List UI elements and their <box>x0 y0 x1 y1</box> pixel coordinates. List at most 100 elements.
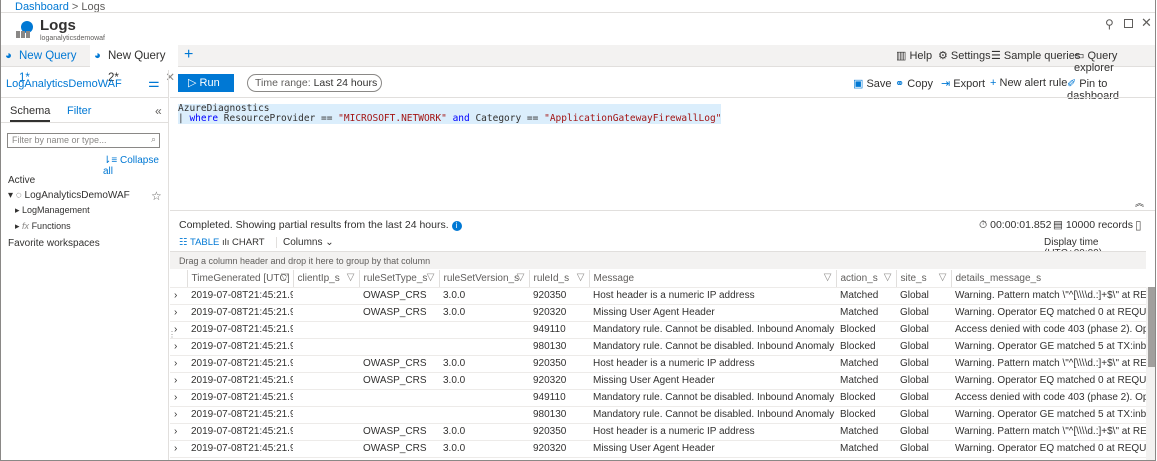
new-alert-rule-button[interactable]: + New alert rule <box>990 77 1067 89</box>
table-cell: Global <box>896 372 951 390</box>
table-row[interactable]: ›2019-07-08T21:45:21.946949110Mandatory … <box>170 321 1146 339</box>
filter-icon[interactable]: ▽ <box>281 272 289 283</box>
filter-icon[interactable]: ▽ <box>427 272 435 283</box>
collapse-all-button[interactable]: ⇂≡ Collapse all <box>103 155 168 177</box>
schema-filter-input[interactable]: Filter by name or type... ⌕ <box>7 133 160 148</box>
tree-item-logmanagement[interactable]: ▸ LogManagement <box>15 205 90 216</box>
filter-icon[interactable]: ▽ <box>347 272 355 283</box>
column-header-label: TimeGenerated [UTC] <box>191 272 290 284</box>
add-tab-button[interactable]: + <box>184 46 193 64</box>
pin-icon[interactable]: ⚲ <box>1105 17 1114 31</box>
table-row[interactable]: ›2019-07-08T21:45:21.946 OWASP_CRS3.0.092… <box>170 423 1146 441</box>
table-cell: OWASP_CRS <box>359 304 439 322</box>
query-explorer-button[interactable]: ▭ Query explorer <box>1074 49 1155 74</box>
table-row[interactable]: ›2019-07-08T21:45:21.946 OWASP_CRS3.0.092… <box>170 355 1146 373</box>
filter-icon[interactable]: ▽ <box>824 272 832 283</box>
workspace-node-label: LogAnalyticsDemoWAF <box>24 190 130 201</box>
expand-row-icon[interactable]: › <box>170 304 187 322</box>
workspace-node[interactable]: ▾ ◌ LogAnalyticsDemoWAF <box>8 190 130 201</box>
chart-view-button[interactable]: ılı CHART <box>222 237 265 248</box>
table-cell: Matched <box>836 304 896 322</box>
page-header: Logs loganalyticsdemowaf ⚲ ✕ <box>1 12 1155 45</box>
filter-icon[interactable]: ▽ <box>517 272 525 283</box>
table-cell: Blocked <box>836 338 896 356</box>
column-header[interactable]: action_s ▽ <box>835 270 896 288</box>
column-header[interactable]: clientIp_s ▽ <box>292 270 359 288</box>
copy-button[interactable]: ⚭ Copy <box>895 77 933 90</box>
table-row[interactable]: ›2019-07-08T21:45:21.946 OWASP_CRS3.0.092… <box>170 287 1146 305</box>
table-row[interactable]: ›2019-07-08T21:45:21.946 980130Mandatory … <box>170 406 1146 424</box>
restore-icon[interactable] <box>1124 19 1133 28</box>
run-button[interactable]: ▷ Run <box>178 74 234 92</box>
query-text[interactable]: AzureDiagnostics | where ResourceProvide… <box>178 104 722 124</box>
close-icon[interactable]: ✕ <box>1141 15 1152 31</box>
results-status: Completed. Showing partial results from … <box>179 219 462 231</box>
workspace-settings-icon[interactable]: ⚌ <box>148 75 160 91</box>
expand-row-icon[interactable]: › <box>170 338 187 356</box>
record-count-value: 10000 records <box>1065 219 1133 231</box>
workspace-selector[interactable]: LogAnalyticsDemoWAF <box>6 78 122 90</box>
tree-item-functions[interactable]: ▸ fx Functions <box>15 221 71 232</box>
filter-icon[interactable]: ▽ <box>939 272 947 283</box>
time-range-picker[interactable]: Time range: Last 24 hours <box>247 74 382 92</box>
table-row[interactable]: ›2019-07-08T21:45:21.946 OWASP_CRS3.0.092… <box>170 440 1146 458</box>
favorite-star-icon[interactable]: ☆ <box>151 189 162 203</box>
expand-row-icon[interactable]: › <box>170 423 187 441</box>
expand-row-icon[interactable]: › <box>170 372 187 390</box>
column-header-label: ruleId_s <box>533 272 570 284</box>
clipboard-icon[interactable]: ▯ <box>1135 218 1142 232</box>
column-header-label: details_message_s <box>955 272 1042 284</box>
column-header[interactable]: ruleSetType_s ▽ <box>358 270 439 288</box>
tab-new-query-1[interactable]: ◕ New Query 1* <box>1 45 89 84</box>
schema-pane: LogAnalyticsDemoWAF ⚌ Schema Filter « Fi… <box>1 70 169 460</box>
column-header[interactable]: ruleSetVersion_s ▽ <box>438 270 529 288</box>
table-cell: Global <box>896 321 951 339</box>
table-row[interactable]: ›2019-07-08T21:45:21.946949110Mandatory … <box>170 389 1146 407</box>
expand-row-icon[interactable]: › <box>170 355 187 373</box>
tab-new-query-2[interactable]: ◕ New Query 2* ✕ <box>90 45 178 84</box>
info-icon[interactable]: i <box>451 221 462 231</box>
filter-icon[interactable]: ▽ <box>577 272 585 283</box>
query-tabs: ◕ New Query 1* ◕ New Query 2* ✕ + ▥ Help ⚙ … <box>1 45 1155 84</box>
expand-row-icon[interactable]: › <box>170 287 187 305</box>
column-header[interactable]: TimeGenerated [UTC] ▽ <box>186 270 293 288</box>
save-button[interactable]: ▣ Save <box>853 77 892 90</box>
expand-row-icon[interactable]: › <box>170 389 187 407</box>
scrollbar-thumb[interactable] <box>1148 287 1155 367</box>
collapse-pane-icon[interactable]: « <box>155 104 162 118</box>
table-row[interactable]: ›2019-07-08T21:45:21.946 OWASP_CRS3.0.092… <box>170 372 1146 390</box>
table-row[interactable]: ›2019-07-08T21:45:21.946 980130Mandatory … <box>170 338 1146 356</box>
vertical-scrollbar[interactable] <box>1146 287 1155 460</box>
column-header[interactable]: Message ▽ <box>588 270 836 288</box>
expand-row-icon[interactable]: › <box>170 440 187 458</box>
group-by-area[interactable]: Drag a column header and drop it here to… <box>170 251 1146 269</box>
group-hint: Drag a column header and drop it here to… <box>179 256 431 266</box>
help-button[interactable]: ▥ Help <box>896 49 932 62</box>
table-cell: Matched <box>836 423 896 441</box>
table-cell: Warning. Operator EQ matched 0 at REQUES… <box>951 440 1146 458</box>
export-button[interactable]: ⇥ Export <box>941 77 985 90</box>
settings-button[interactable]: ⚙ Settings <box>938 49 991 62</box>
collapse-editor-icon[interactable]: ︽ <box>1135 196 1144 209</box>
table-view-button[interactable]: ☷ TABLE <box>179 237 219 248</box>
table-cell: Access denied with code 403 (phase 2). O… <box>951 321 1146 339</box>
tab-schema[interactable]: Schema <box>10 105 51 122</box>
table-row[interactable]: ›2019-07-08T21:45:21.946 OWASP_CRS3.0.092… <box>170 304 1146 322</box>
column-header[interactable]: ruleId_s ▽ <box>528 270 589 288</box>
column-header[interactable]: details_message_s <box>950 270 1146 288</box>
table-cell: 920320 <box>529 372 589 390</box>
filter-icon[interactable]: ▽ <box>884 272 892 283</box>
sample-queries-button[interactable]: ☰ Sample queries <box>991 49 1080 62</box>
table-cell: Blocked <box>836 321 896 339</box>
query-editor[interactable]: AzureDiagnostics | where ResourceProvide… <box>170 97 1155 211</box>
table-cell: 3.0.0 <box>439 304 529 322</box>
columns-dropdown[interactable]: Columns ⌄ <box>276 237 334 248</box>
splitter-handle[interactable]: ⋮ <box>168 330 176 339</box>
column-header[interactable]: site_s ▽ <box>895 270 951 288</box>
expand-row-icon[interactable]: › <box>170 406 187 424</box>
query-field: ResourceProvider == <box>218 113 339 124</box>
tab-filter[interactable]: Filter <box>67 105 91 117</box>
table-cell: Missing User Agent Header <box>589 304 836 322</box>
table-cell <box>293 372 359 390</box>
table-cell: 2019-07-08T21:45:21.946 <box>187 406 293 424</box>
